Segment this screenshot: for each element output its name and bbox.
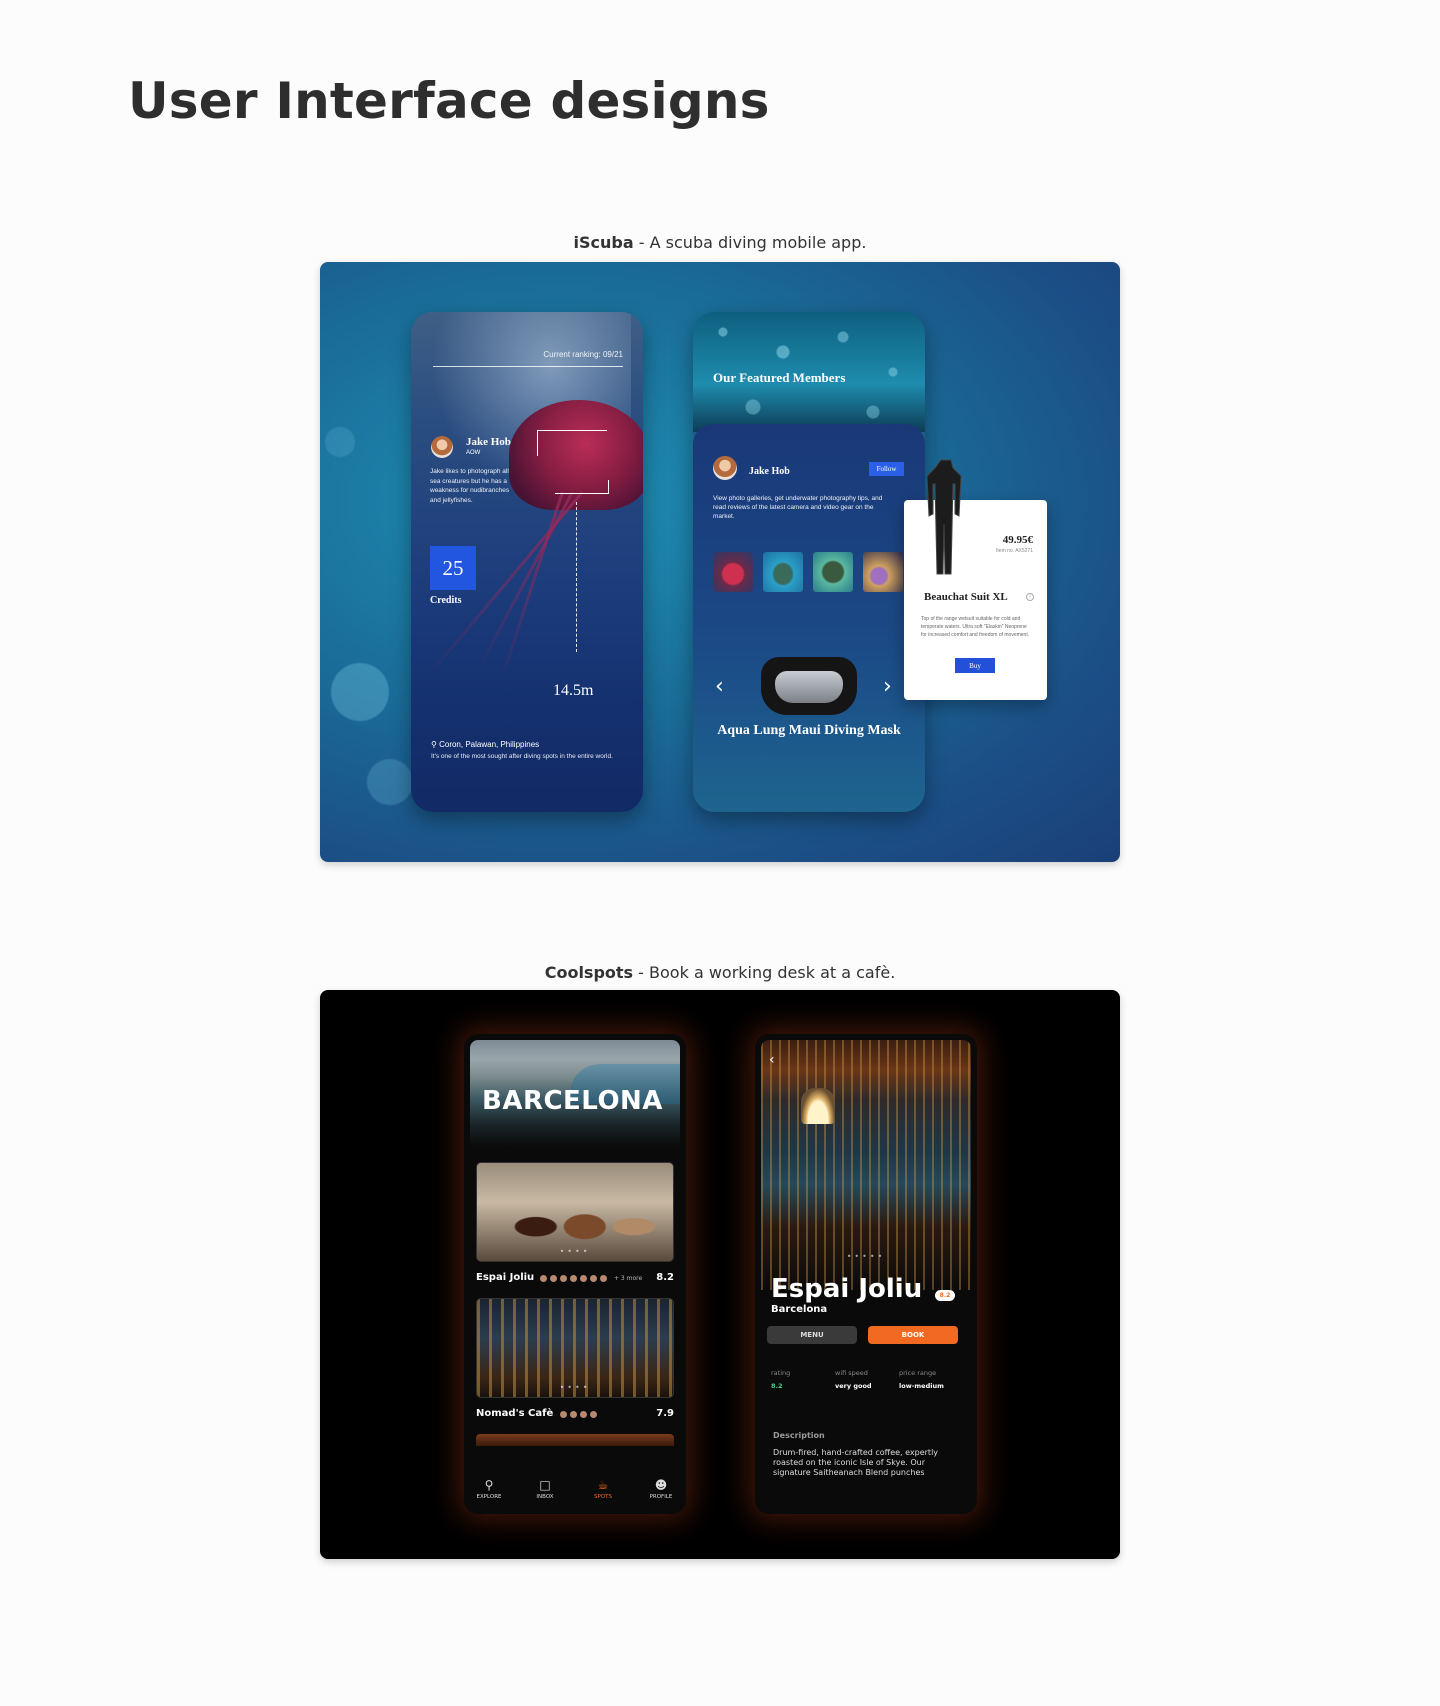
product-card: 49.95€ Item no. AX5271 Beauchat Suit XL … bbox=[904, 500, 1047, 700]
iscuba-showcase-image: Current ranking: 09/21 Jake Hob AOW Jake… bbox=[320, 262, 1120, 862]
carousel-dots: •••• bbox=[559, 1383, 591, 1392]
gallery-thumbnail[interactable] bbox=[763, 552, 803, 592]
project-caption-coolspots: Coolspots - Book a working desk at a caf… bbox=[0, 963, 1440, 982]
spot-image[interactable] bbox=[476, 1434, 674, 1446]
nav-label: PROFILE bbox=[649, 1494, 673, 1500]
gallery-thumbnail[interactable] bbox=[713, 552, 753, 592]
location: ⚲ Coron, Palawan, Philippines bbox=[431, 740, 539, 749]
member-description: View photo galleries, get underwater pho… bbox=[713, 495, 883, 520]
chevron-right-icon[interactable]: › bbox=[883, 674, 892, 699]
credits-label: Credits bbox=[430, 595, 462, 606]
nav-explore[interactable]: ⚲ EXPLORE bbox=[464, 1478, 514, 1500]
coolspots-list-screen: BARCELONA •••• Espai Joliu + 3 more 8.2 … bbox=[464, 1034, 686, 1514]
iscuba-members-screen: Our Featured Members Jake Hob Follow Vie… bbox=[693, 312, 925, 812]
book-button[interactable]: BOOK bbox=[868, 1326, 958, 1344]
page-title: User Interface designs bbox=[128, 72, 770, 130]
depth-value: 14.5m bbox=[553, 682, 594, 699]
location-pin-icon: ⚲ bbox=[431, 740, 437, 749]
lamp-image bbox=[801, 1088, 835, 1124]
gallery-thumbnail[interactable] bbox=[813, 552, 853, 592]
user-level: AOW bbox=[466, 450, 481, 456]
project-name: Coolspots bbox=[544, 963, 634, 982]
depth-indicator-line bbox=[576, 502, 577, 652]
score-badge: 8.2 bbox=[935, 1290, 955, 1301]
user-name: Jake Hob bbox=[466, 436, 511, 448]
spot-name[interactable]: Espai Joliu bbox=[476, 1272, 534, 1283]
follow-button[interactable]: Follow bbox=[869, 462, 904, 476]
item-number: Item no. AX5271 bbox=[996, 548, 1033, 554]
product-name: Aqua Lung Maui Diving Mask bbox=[717, 723, 901, 738]
ranking-text: Current ranking: 09/21 bbox=[543, 350, 623, 359]
project-tagline: Book a working desk at a cafè. bbox=[649, 963, 896, 982]
caption-separator: - bbox=[633, 963, 650, 982]
stat-label: price range bbox=[899, 1369, 937, 1377]
focus-frame-corner bbox=[555, 480, 609, 494]
spot-image[interactable]: •••• bbox=[476, 1162, 674, 1262]
venue-city: Barcelona bbox=[771, 1304, 828, 1315]
location-label: Coron, Palawan, Philippines bbox=[439, 740, 540, 749]
carousel-dots: ••••• bbox=[846, 1252, 886, 1261]
gallery-thumbnail[interactable] bbox=[863, 552, 903, 592]
featured-members-title: Our Featured Members bbox=[713, 370, 846, 385]
coolspots-showcase-image: BARCELONA •••• Espai Joliu + 3 more 8.2 … bbox=[320, 990, 1120, 1559]
member-name: Jake Hob bbox=[749, 466, 790, 477]
credits-value: 25 bbox=[430, 546, 476, 590]
chat-icon: □ bbox=[539, 1478, 551, 1492]
coolspots-detail-screen: ••••• ‹ Espai Joliu 8.2 Barcelona MENU B… bbox=[755, 1034, 977, 1514]
buy-button[interactable]: Buy bbox=[955, 658, 995, 673]
caption-separator: - bbox=[633, 233, 650, 252]
description-text: Drum-fired, hand-crafted coffee, expertl… bbox=[773, 1448, 939, 1477]
description-heading: Description bbox=[773, 1431, 825, 1440]
location-description: It's one of the most sought after diving… bbox=[431, 753, 613, 760]
visitor-avatars bbox=[560, 1410, 600, 1418]
search-icon: ⚲ bbox=[484, 1478, 494, 1492]
venue-hero-image: ••••• bbox=[761, 1040, 971, 1290]
stat-label: wifi speed bbox=[835, 1369, 868, 1377]
product-price: 49.95€ bbox=[1002, 534, 1033, 546]
project-tagline: A scuba diving mobile app. bbox=[649, 233, 867, 252]
focus-frame-corner bbox=[537, 430, 607, 456]
visitor-avatars bbox=[540, 1274, 610, 1282]
stat-value: 8.2 bbox=[771, 1382, 783, 1390]
menu-button[interactable]: MENU bbox=[767, 1326, 857, 1344]
nav-label: INBOX bbox=[536, 1494, 554, 1500]
diving-mask-image bbox=[761, 657, 857, 715]
back-arrow-icon[interactable]: ‹ bbox=[769, 1052, 775, 1068]
more-visitors: + 3 more bbox=[614, 1275, 643, 1282]
nav-spots[interactable]: ☕ SPOTS bbox=[578, 1478, 628, 1500]
carousel-dots: •••• bbox=[559, 1247, 591, 1256]
stat-value: low-medium bbox=[899, 1382, 944, 1390]
spot-image[interactable]: •••• bbox=[476, 1298, 674, 1398]
member-card: Jake Hob Follow View photo galleries, ge… bbox=[693, 424, 925, 812]
venue-name: Espai Joliu bbox=[771, 1274, 923, 1304]
user-bio: Jake likes to photograph all sea creatur… bbox=[430, 468, 510, 504]
nav-label: SPOTS bbox=[594, 1494, 612, 1500]
nav-label: EXPLORE bbox=[476, 1494, 502, 1500]
info-icon[interactable]: i bbox=[1026, 593, 1034, 601]
city-title: BARCELONA bbox=[482, 1086, 663, 1116]
nav-profile[interactable]: ☻ PROFILE bbox=[636, 1478, 686, 1500]
bottom-nav: ⚲ EXPLORE □ INBOX ☕ SPOTS ☻ PROFILE bbox=[464, 1468, 686, 1514]
project-name: iScuba bbox=[573, 233, 634, 252]
wetsuit-image bbox=[927, 459, 962, 575]
avatar[interactable] bbox=[431, 436, 453, 458]
spot-score: 8.2 bbox=[656, 1272, 674, 1283]
nav-inbox[interactable]: □ INBOX bbox=[520, 1478, 570, 1500]
ranking-divider bbox=[433, 366, 623, 367]
jellyfish-tentacle bbox=[499, 491, 564, 683]
spot-score: 7.9 bbox=[656, 1408, 674, 1419]
iscuba-profile-screen: Current ranking: 09/21 Jake Hob AOW Jake… bbox=[411, 312, 643, 812]
cup-icon: ☕ bbox=[597, 1478, 609, 1492]
project-caption-iscuba: iScuba - A scuba diving mobile app. bbox=[0, 233, 1440, 252]
chevron-left-icon[interactable]: ‹ bbox=[715, 674, 724, 699]
user-icon: ☻ bbox=[654, 1478, 668, 1492]
stat-value: very good bbox=[835, 1382, 872, 1390]
avatar[interactable] bbox=[713, 456, 737, 480]
product-description: Top of the range wetsuit suitable for co… bbox=[921, 616, 1030, 638]
stat-label: rating bbox=[771, 1369, 791, 1377]
product-title: Beauchat Suit XL bbox=[924, 591, 1008, 603]
spot-name[interactable]: Nomad's Cafè bbox=[476, 1408, 553, 1419]
